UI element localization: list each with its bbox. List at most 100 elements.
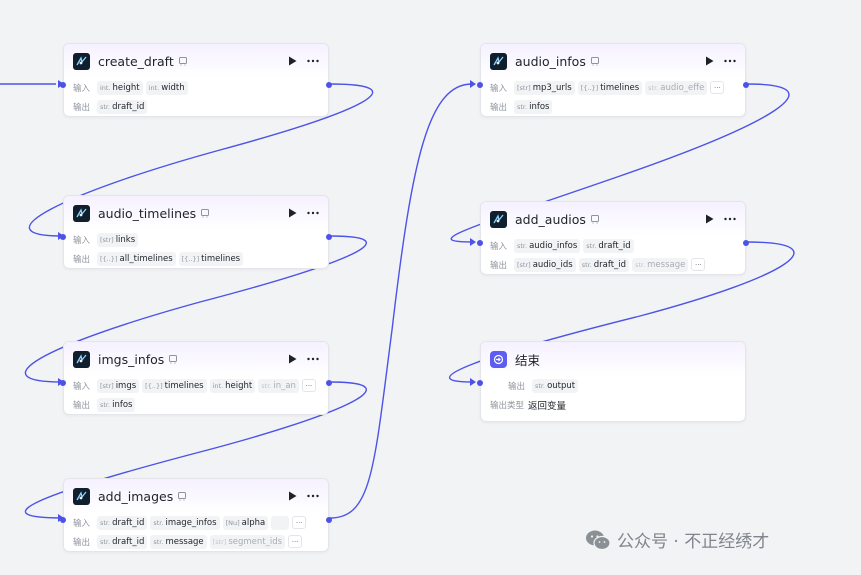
play-icon[interactable] [703,213,715,225]
param-tag: [Nu] alpha [222,515,269,530]
plugin-icon [73,52,90,70]
node-title: 结束 [515,352,541,368]
plugin-icon [73,204,90,222]
more-params-button[interactable]: ··· [292,516,307,529]
more-icon[interactable] [306,490,320,502]
param-tag: str. audio_infos [514,238,581,253]
param-tag: [str] mp3_urls [514,80,575,95]
output-label: 输出 [73,254,91,265]
play-icon[interactable] [286,490,298,502]
edge-arrow [470,378,476,386]
node-end[interactable]: 结束 输出 str. output 输出类型 返回变量 [477,341,746,422]
node-title: add_audios [515,211,586,227]
input-port[interactable] [477,240,483,246]
output-port[interactable] [326,234,332,240]
param-tag: str. draft_id [97,99,148,114]
input-label: 输入 [73,518,91,529]
fold-icon[interactable] [590,214,600,224]
node-header[interactable]: audio_infos [481,44,745,78]
output-type-value: 返回变量 [528,400,567,412]
fold-icon[interactable] [178,56,188,66]
output-row: 输出 str. infos [481,97,745,116]
param-tag: [str] links [97,232,139,247]
param-tag: [str] audio_ids [514,257,576,272]
output-row: 输出 [str] audio_ids str. draft_id str. messa… [481,255,745,274]
param-tag: str. in_an [258,378,299,393]
fold-icon[interactable] [200,208,210,218]
more-icon[interactable] [306,55,320,67]
output-type-label: 输出类型 [490,400,525,411]
output-row: 输出 str. output [481,376,745,395]
param-tag: str. draft_id [578,257,630,272]
node-add-images[interactable]: add_images 输入 str. draft_id str. image_inf… [60,478,332,552]
node-create-draft[interactable]: create_draft 输入 int. height int. width 输出 … [60,43,332,117]
output-row: 输出 str. draft_id str. message [str] segment… [64,532,328,551]
node-audio-timelines[interactable]: audio_timelines 输入 [str] links 输出 [{..}] a… [60,195,332,269]
output-label: 输出 [508,381,526,392]
input-row: 输入 str. draft_id str. image_infos [Nu] alph… [64,513,328,532]
input-label: 输入 [73,235,91,246]
param-tag: str. draft_id [97,534,148,549]
workflow-canvas[interactable]: create_draft 输入 int. height int. width 输出 … [0,0,861,575]
node-title: add_images [98,488,174,504]
play-icon[interactable] [703,55,715,67]
node-header[interactable]: add_images [64,479,328,513]
edge-arrow [470,80,476,88]
param-tag: [{..}] timelines [142,378,207,393]
param-tag [271,515,290,530]
output-label: 输出 [73,400,91,411]
node-title: audio_timelines [98,205,197,221]
node-header[interactable]: audio_timelines [64,196,328,230]
input-row: 输入 [str] links [64,230,328,249]
fold-icon[interactable] [590,56,600,66]
edge-add-images-audio-infos[interactable] [329,83,473,519]
param-tag: str. draft_id [97,515,148,530]
param-tag: str. message [150,534,207,549]
output-port[interactable] [326,517,332,523]
input-port[interactable] [60,517,66,523]
output-port[interactable] [743,240,749,246]
more-icon[interactable] [723,213,737,225]
more-icon[interactable] [306,207,320,219]
output-port[interactable] [326,380,332,386]
param-tag: str. message [632,257,689,272]
node-header[interactable]: imgs_infos [64,342,328,376]
play-icon[interactable] [286,353,298,365]
more-params-button[interactable]: ··· [301,379,316,392]
param-tag: str. infos [514,99,553,114]
input-port[interactable] [60,380,66,386]
watermark-text: 公众号 · 不正经绣才 [617,532,770,552]
output-label: 输出 [490,102,508,113]
more-icon[interactable] [723,55,737,67]
output-port[interactable] [743,82,749,88]
edge-arrow [470,238,476,246]
fold-icon[interactable] [168,354,178,364]
output-label: 输出 [490,260,508,271]
node-add-audios[interactable]: add_audios 输入 str. audio_infos str. draft_… [477,201,749,275]
input-label: 输入 [490,83,508,94]
param-tag: str. audio_effe [645,80,708,95]
play-icon[interactable] [286,207,298,219]
play-icon[interactable] [286,55,298,67]
param-tag: [{..}] all_timelines [97,251,176,266]
wechat-icon [586,530,611,550]
input-port[interactable] [60,234,66,240]
input-port[interactable] [60,82,66,88]
node-header[interactable]: 结束 [481,342,745,376]
more-icon[interactable] [306,353,320,365]
output-row: 输出 str. draft_id [64,97,328,116]
node-audio-infos[interactable]: audio_infos 输入 [str] mp3_urls [{..}] timel… [477,43,749,117]
more-params-button[interactable]: ··· [710,81,725,94]
more-params-button[interactable]: ··· [691,258,706,271]
output-port[interactable] [326,82,332,88]
more-params-button[interactable]: ··· [288,535,303,548]
param-tag: [str] imgs [97,378,140,393]
node-header[interactable]: add_audios [481,202,745,236]
input-port[interactable] [477,380,483,386]
node-imgs-infos[interactable]: imgs_infos 输入 [str] imgs [{..}] timelines … [60,341,332,415]
input-port[interactable] [477,82,483,88]
fold-icon[interactable] [177,491,187,501]
node-title: create_draft [98,53,174,69]
node-header[interactable]: create_draft [64,44,328,78]
input-row: 输入 int. height int. width [64,78,328,97]
